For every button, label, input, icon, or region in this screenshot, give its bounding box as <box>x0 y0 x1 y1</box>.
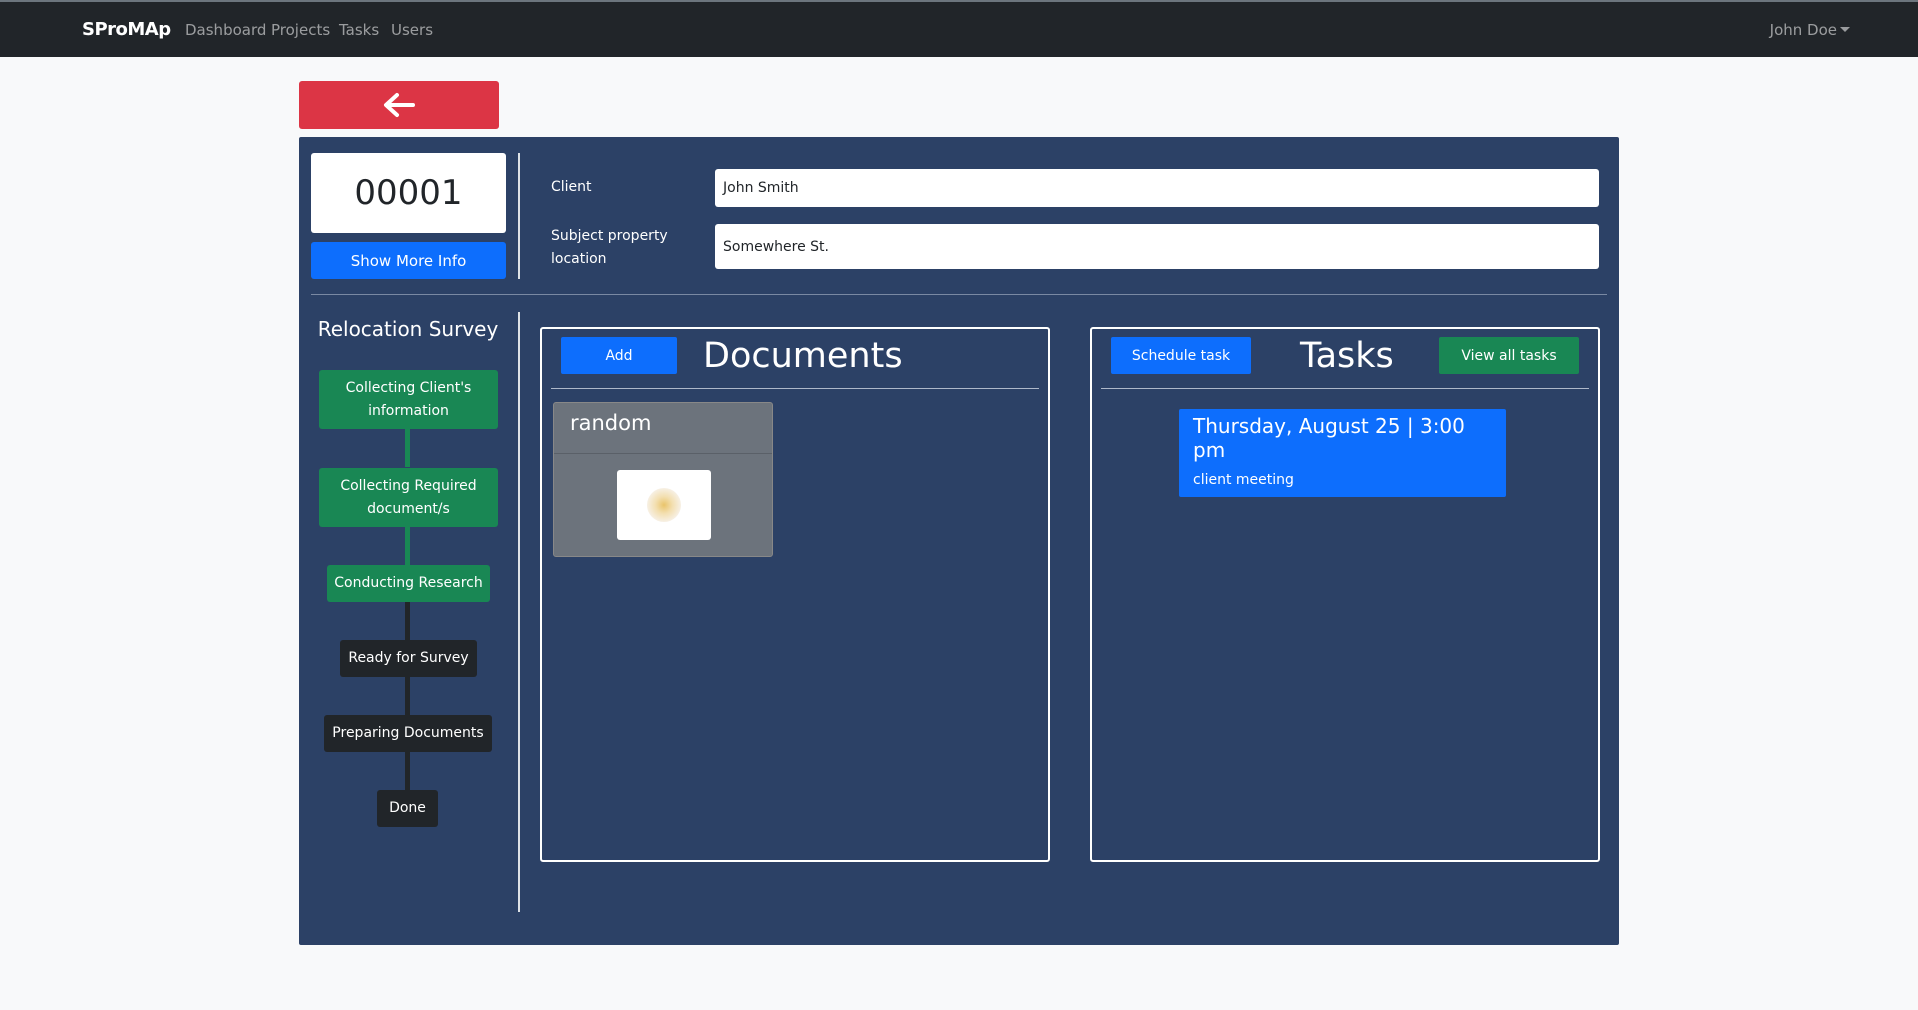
project-panel: 00001 Show More Info Client John Smith S… <box>299 137 1619 945</box>
nav-users[interactable]: Users <box>391 21 433 39</box>
progress-connector <box>405 676 410 717</box>
stage-conducting-research: Conducting Research <box>327 565 490 602</box>
document-tile[interactable]: random <box>553 402 773 557</box>
documents-title: Documents <box>703 336 903 376</box>
task-datetime: Thursday, August 25 | 3:00 pm <box>1193 414 1465 462</box>
nav-tasks[interactable]: Tasks <box>339 21 379 39</box>
location-field[interactable]: Somewhere St. <box>715 224 1599 269</box>
vertical-divider <box>518 153 520 279</box>
show-more-info-button[interactable]: Show More Info <box>311 242 506 279</box>
progress-connector <box>405 427 410 467</box>
caret-down-icon <box>1840 27 1850 32</box>
stage-done: Done <box>377 790 438 827</box>
progress-connector <box>405 751 410 792</box>
stage-collecting-documents: Collecting Required document/s <box>319 468 498 527</box>
stage-preparing-documents: Preparing Documents <box>324 715 492 752</box>
tasks-title: Tasks <box>1300 336 1394 376</box>
survey-title: Relocation Survey <box>317 317 499 341</box>
vertical-divider <box>518 312 520 912</box>
back-button[interactable] <box>299 81 499 129</box>
nav-projects[interactable]: Projects <box>271 21 330 39</box>
project-number: 00001 <box>311 153 506 233</box>
nav-dashboard[interactable]: Dashboard <box>185 21 266 39</box>
document-thumbnail[interactable] <box>617 470 711 540</box>
stage-collecting-client-info: Collecting Client's information <box>319 370 498 429</box>
user-name: John Doe <box>1769 21 1837 39</box>
thumbnail-image <box>647 488 681 522</box>
progress-connector <box>405 525 410 565</box>
tasks-card <box>1090 327 1600 862</box>
user-menu[interactable]: John Doe <box>1770 21 1850 39</box>
add-document-button[interactable]: Add <box>561 337 677 374</box>
view-all-tasks-button[interactable]: View all tasks <box>1439 337 1579 374</box>
stage-ready-for-survey: Ready for Survey <box>340 640 477 677</box>
schedule-task-button[interactable]: Schedule task <box>1111 337 1251 374</box>
client-label: Client <box>551 179 592 195</box>
documents-divider <box>551 388 1039 389</box>
task-description: client meeting <box>1193 472 1294 488</box>
top-navbar: SProMAp Dashboard Projects Tasks Users J… <box>0 0 1918 57</box>
brand-logo[interactable]: SProMAp <box>82 19 171 40</box>
task-item[interactable]: Thursday, August 25 | 3:00 pm client mee… <box>1179 409 1506 497</box>
horizontal-divider <box>311 294 1607 295</box>
tasks-divider <box>1101 388 1589 389</box>
location-label: Subject property location <box>551 228 668 267</box>
document-name: random <box>554 403 772 454</box>
progress-connector <box>405 601 410 642</box>
client-field[interactable]: John Smith <box>715 169 1599 207</box>
arrow-left-icon <box>384 93 415 117</box>
